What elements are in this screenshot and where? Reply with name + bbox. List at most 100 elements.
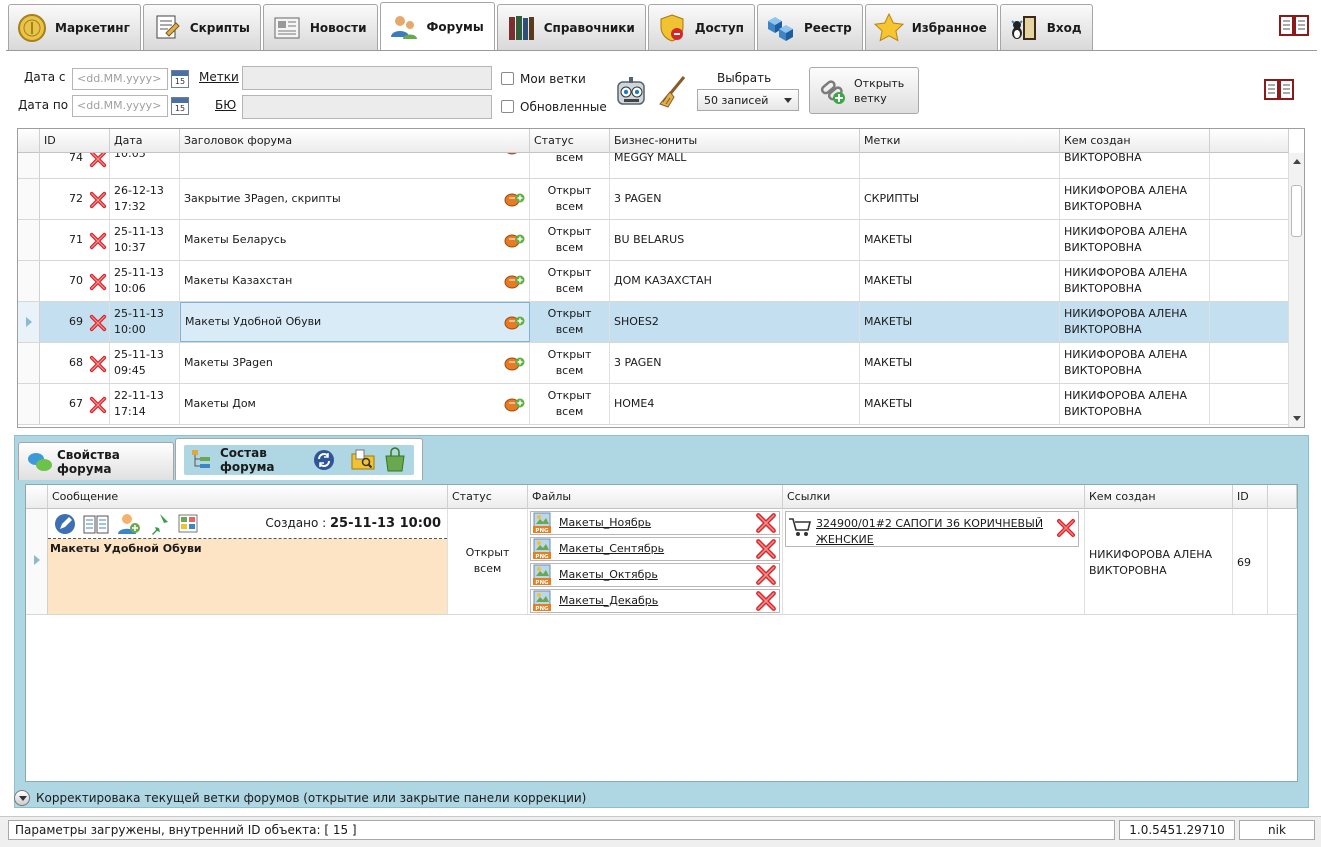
column-header[interactable]: Статус [448, 485, 528, 509]
delete-icon[interactable] [89, 396, 107, 414]
file-name[interactable]: Макеты_Декабрь [559, 593, 755, 609]
broom-icon[interactable] [654, 74, 690, 110]
file-name[interactable]: Макеты_Сентябрь [559, 541, 755, 557]
forum-row[interactable]: 72 26-12-13 17:32 Закрытие 3Pagen, скрипты О… [18, 179, 1289, 220]
title-cell[interactable]: Макеты Дом [180, 384, 530, 424]
forum-row[interactable]: 74 17-01-1410:05 Провайдеры ОткрытвсемHOME4… [18, 153, 1289, 179]
column-header[interactable]: Дата [110, 129, 180, 153]
link-item[interactable]: 324900/01#2 САПОГИ 36 КОРИЧНЕВЫЙ ЖЕНСКИЕ [785, 511, 1079, 547]
tab-8[interactable]: Избранное [864, 4, 998, 50]
forum-row[interactable]: 67 22-11-13 17:14 Макеты Дом Открыт всем HOME4… [18, 384, 1289, 425]
link-name[interactable]: 324900/01#2 САПОГИ 36 КОРИЧНЕВЫЙ ЖЕНСКИЕ [816, 516, 1050, 548]
column-header[interactable]: ID [40, 129, 110, 153]
file-item[interactable]: PNG Макеты_Ноябрь [530, 511, 780, 535]
column-header[interactable]: Метки [860, 129, 1060, 153]
column-header[interactable]: ID [1233, 485, 1268, 509]
delete-file-icon[interactable] [755, 564, 777, 586]
forum-row[interactable]: 71 25-11-13 10:37 Макеты Беларусь Открыт всем… [18, 220, 1289, 261]
column-header[interactable]: Сообщение [48, 485, 448, 509]
file-item[interactable]: PNG Макеты_Октябрь [530, 563, 780, 587]
open-book-icon[interactable] [82, 512, 110, 536]
edit-comment-icon[interactable] [503, 231, 525, 249]
shopping-bag-icon[interactable] [382, 446, 408, 473]
title-cell[interactable]: Макеты 3Pagen [180, 343, 530, 383]
tab-9[interactable]: Вход [999, 4, 1093, 50]
delete-icon[interactable] [89, 355, 107, 373]
help-book-icon[interactable] [1278, 12, 1310, 40]
delete-file-icon[interactable] [755, 590, 777, 612]
title-cell[interactable]: Макеты Удобной Обуви [180, 302, 530, 342]
file-name[interactable]: Макеты_Октябрь [559, 567, 755, 583]
edit-icon[interactable] [52, 512, 78, 536]
bu-link[interactable]: БЮ [215, 98, 236, 112]
file-item[interactable]: PNG Макеты_Декабрь [530, 589, 780, 613]
scrollbar-thumb[interactable] [1291, 185, 1302, 237]
user-add-icon[interactable] [114, 512, 142, 536]
title-cell[interactable]: Макеты Беларусь [180, 220, 530, 260]
title-cell[interactable]: Макеты Казахстан [180, 261, 530, 301]
robot-icon[interactable] [614, 74, 650, 110]
open-thread-button[interactable]: Открыть ветку [809, 67, 919, 114]
tab-2[interactable]: Скрипты [142, 4, 261, 50]
chevron-down-circle-icon[interactable] [14, 790, 30, 806]
delete-icon[interactable] [89, 191, 107, 209]
delete-icon[interactable] [89, 153, 107, 168]
tab-7[interactable]: Реестр [756, 4, 863, 50]
file-item[interactable]: PNG Макеты_Сентябрь [530, 537, 780, 561]
calendar-icon[interactable]: 15 [171, 97, 189, 115]
forum-row[interactable]: 68 25-11-13 09:45 Макеты 3Pagen Открыт всем 3 … [18, 343, 1289, 384]
message-row[interactable]: Создано : 25-11-13 10:00 Макеты Удобной … [26, 509, 1297, 615]
refresh-icon[interactable] [312, 448, 336, 472]
file-name[interactable]: Макеты_Ноябрь [559, 515, 755, 531]
edit-comment-icon[interactable] [503, 313, 525, 331]
delete-icon[interactable] [89, 232, 107, 250]
delete-file-icon[interactable] [755, 538, 777, 560]
edit-comment-icon[interactable] [503, 190, 525, 208]
message-cell[interactable]: Создано : 25-11-13 10:00 Макеты Удобной … [48, 509, 448, 614]
tab-3[interactable]: Новости [262, 4, 378, 50]
edit-comment-icon[interactable] [503, 272, 525, 290]
forum-row[interactable]: 69 25-11-13 10:00 Макеты Удобной Обуви Откры… [18, 302, 1289, 343]
column-header[interactable]: Файлы [528, 485, 783, 509]
column-header[interactable]: Ссылки [783, 485, 1085, 509]
column-header[interactable]: Кем создан [1085, 485, 1233, 509]
date-from-input[interactable]: <dd.MM.yyyy> [72, 68, 168, 90]
correction-panel-toggle[interactable]: Корректировака текущей ветки форумов (от… [14, 788, 586, 808]
tab-forum-properties[interactable]: Свойства форума [18, 442, 174, 480]
forum-grid-scrollbar[interactable] [1288, 153, 1304, 427]
tags-link[interactable]: Метки [199, 70, 239, 84]
tab-6[interactable]: Доступ [647, 4, 755, 50]
tab-4[interactable]: Форумы [379, 2, 495, 50]
scroll-down-icon[interactable] [1293, 416, 1301, 421]
manual-book-icon[interactable] [1262, 76, 1296, 104]
column-header[interactable]: Заголовок форума [180, 129, 530, 153]
tab-1[interactable]: Маркетинг [8, 4, 141, 50]
delete-icon[interactable] [89, 314, 107, 332]
column-header[interactable]: Статус [530, 129, 610, 153]
tab-forum-contents[interactable]: Состав форума [175, 438, 423, 480]
bu-input[interactable] [242, 95, 492, 119]
edit-comment-icon[interactable] [503, 354, 525, 372]
date-to-input[interactable]: <dd.MM.yyyy> [72, 95, 168, 117]
title-cell[interactable]: Провайдеры [180, 153, 530, 178]
my-threads-checkbox[interactable] [501, 72, 514, 85]
title-cell[interactable]: Закрытие 3Pagen, скрипты [180, 179, 530, 219]
tags-input[interactable] [242, 66, 492, 90]
delete-file-icon[interactable] [755, 512, 777, 534]
calendar-icon[interactable]: 15 [171, 70, 189, 88]
pin-icon[interactable] [146, 512, 172, 536]
delete-link-icon[interactable] [1056, 518, 1076, 538]
delete-icon[interactable] [89, 273, 107, 291]
scroll-up-icon[interactable] [1293, 159, 1301, 164]
table-settings-icon[interactable] [176, 512, 202, 536]
updated-checkbox[interactable] [501, 100, 514, 113]
records-count-select[interactable]: 50 записей [697, 89, 799, 111]
forum-row[interactable]: 70 25-11-13 10:06 Макеты Казахстан Открыт все… [18, 261, 1289, 302]
folder-search-icon[interactable] [350, 447, 376, 473]
tab-5[interactable]: Справочники [496, 4, 646, 50]
column-header[interactable]: Кем создан [1060, 129, 1210, 153]
column-header[interactable]: Бизнес-юниты [610, 129, 860, 153]
edit-comment-icon[interactable] [503, 395, 525, 413]
svg-text:PNG: PNG [535, 554, 549, 560]
edit-comment-icon[interactable] [503, 153, 525, 156]
